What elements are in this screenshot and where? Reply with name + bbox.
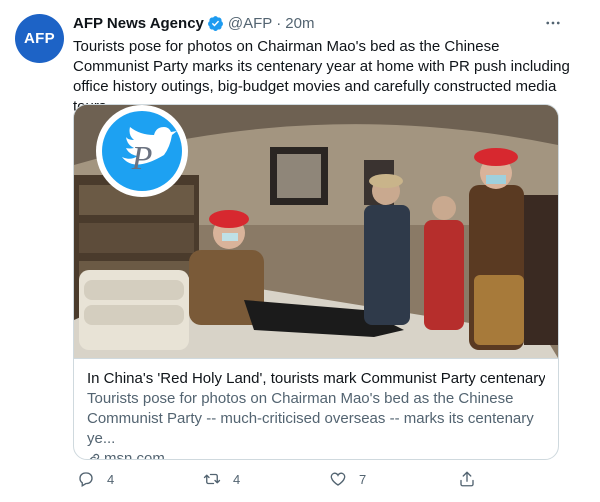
- more-horizontal-icon: [546, 21, 560, 25]
- heart-icon: [330, 472, 346, 486]
- more-options-button[interactable]: [544, 14, 562, 37]
- watermark-letter: P: [131, 140, 153, 177]
- retweet-button[interactable]: 4: [203, 470, 240, 488]
- retweet-count: 4: [233, 471, 241, 487]
- tweet-header: AFP News Agency @AFP · 20m: [73, 12, 314, 34]
- reply-button[interactable]: 4: [77, 470, 114, 488]
- tweet-timestamp[interactable]: 20m: [285, 15, 314, 32]
- like-count: 7: [359, 471, 367, 487]
- share-icon: [460, 471, 474, 487]
- avatar[interactable]: AFP: [15, 14, 64, 63]
- card-body[interactable]: In China's 'Red Holy Land', tourists mar…: [74, 358, 558, 459]
- like-button[interactable]: 7: [329, 470, 366, 488]
- card-domain-row: msn.com: [87, 449, 545, 460]
- avatar-logo-text: AFP: [24, 30, 55, 47]
- reply-count: 4: [107, 471, 115, 487]
- author-handle[interactable]: @AFP: [228, 15, 272, 32]
- reply-icon: [79, 472, 93, 487]
- tweet-actions: 4 4 7: [73, 470, 573, 494]
- separator-dot: ·: [276, 14, 282, 32]
- link-icon: [89, 453, 100, 459]
- card-description: Tourists pose for photos on Chairman Mao…: [87, 390, 534, 447]
- retweet-icon: [203, 473, 221, 485]
- card-title: In China's 'Red Holy Land', tourists mar…: [87, 370, 545, 387]
- verified-badge-icon: [207, 15, 223, 31]
- card-domain: msn.com: [104, 450, 165, 460]
- share-button[interactable]: [458, 470, 476, 488]
- link-card[interactable]: P In China's 'Red Holy Land', tourists m…: [73, 104, 559, 460]
- tweet[interactable]: AFP AFP News Agency @AFP · 20m Tourists …: [0, 0, 600, 502]
- card-image[interactable]: P: [74, 105, 558, 358]
- author-name[interactable]: AFP News Agency: [73, 15, 204, 32]
